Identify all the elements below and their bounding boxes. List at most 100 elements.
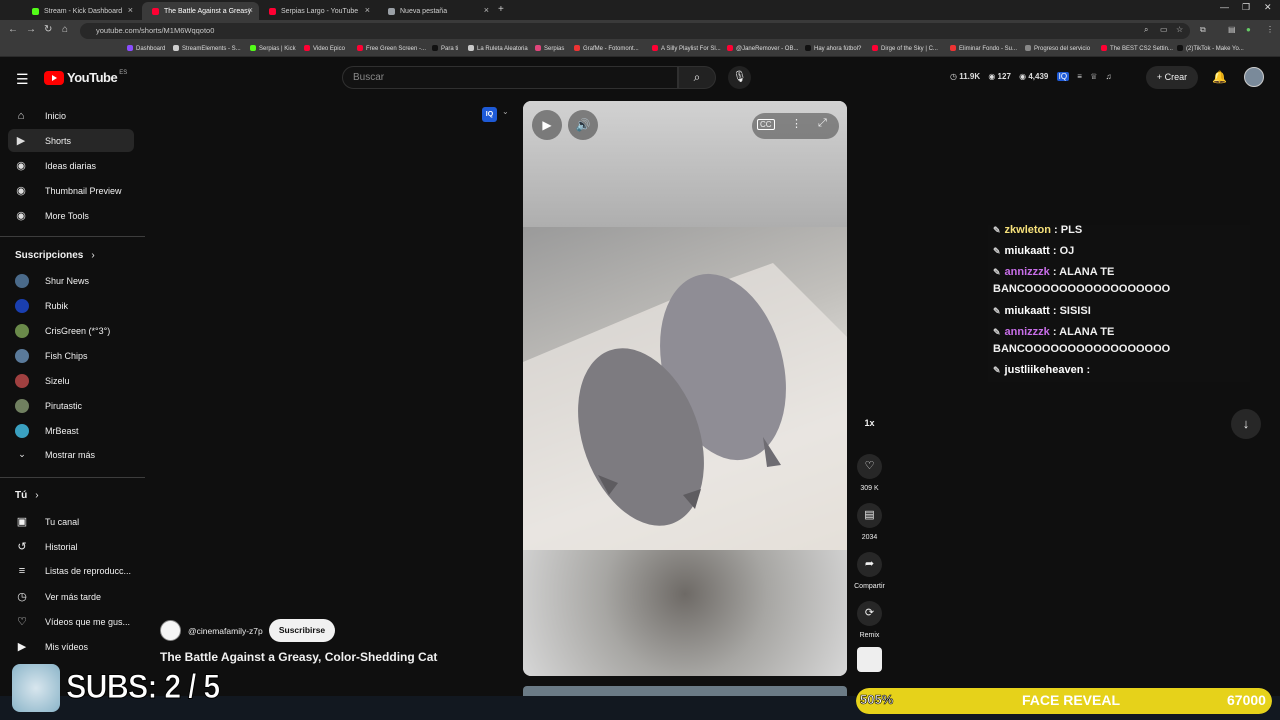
youtube-logo[interactable]: YouTube ES: [44, 70, 127, 85]
downloads-icon[interactable]: ▤: [1228, 25, 1236, 34]
you-item[interactable]: ♡ Vídeos que me gus...: [15, 615, 130, 628]
subscription-item[interactable]: Sizelu: [15, 374, 70, 388]
bookmark-star-icon[interactable]: ☆: [1176, 25, 1183, 34]
sidebar-item-more-tools[interactable]: ◉ More Tools: [8, 204, 134, 227]
bookmark-item[interactable]: Para ti: [432, 45, 458, 52]
subscription-label: CrisGreen (*°3°): [45, 326, 111, 336]
maximize-icon[interactable]: ❐: [1242, 2, 1250, 13]
playback-speed[interactable]: 1x: [857, 418, 882, 428]
search-button[interactable]: ⌕: [678, 66, 716, 89]
shorts-video-player[interactable]: [523, 101, 847, 676]
you-item-icon: ◷: [17, 591, 27, 603]
you-item[interactable]: ◷ Ver más tarde: [15, 590, 101, 603]
subscription-item[interactable]: MrBeast: [15, 424, 79, 438]
thumbnail-icon: ◉: [16, 185, 26, 197]
list-icon[interactable]: ≡: [1077, 72, 1082, 81]
subscription-item[interactable]: Shur News: [15, 274, 89, 288]
play-button[interactable]: ▶: [532, 110, 562, 140]
tab-close-icon[interactable]: ×: [128, 5, 133, 15]
you-item[interactable]: ≡ Listas de reproducc...: [15, 565, 131, 577]
fullscreen-icon[interactable]: ⤢: [818, 117, 827, 130]
bookmark-item[interactable]: Eliminar Fondo - Su...: [950, 45, 1017, 52]
profile-icon[interactable]: ●: [1246, 25, 1251, 34]
subscription-item[interactable]: Pirutastic: [15, 399, 82, 413]
captions-icon[interactable]: CC: [757, 119, 775, 130]
bookmark-item[interactable]: Progreso del servicio: [1025, 45, 1090, 52]
cast-icon[interactable]: ▭: [1160, 25, 1168, 34]
bookmark-item[interactable]: The BEST CS2 Settin...: [1101, 45, 1173, 52]
iq-extension-icon[interactable]: IQ: [1056, 72, 1070, 81]
subscriptions-heading[interactable]: Suscripciones ›: [15, 250, 95, 261]
share-button[interactable]: ➦: [857, 552, 882, 577]
avatar[interactable]: [1244, 67, 1264, 87]
short-title[interactable]: The Battle Against a Greasy, Color-Shedd…: [160, 650, 437, 664]
bookmark-item[interactable]: GrafMe - Fotomont...: [574, 45, 639, 52]
bookmark-item[interactable]: Dirge of the Sky | C...: [872, 45, 938, 52]
bookmark-label: Free Green Screen -...: [366, 46, 427, 52]
bookmark-item[interactable]: @JaneRemover - OB...: [727, 45, 798, 52]
tab-label: The Battle Against a Greasy: [164, 7, 252, 15]
bookmark-item[interactable]: StreamElements - S...: [173, 45, 241, 52]
bookmark-item[interactable]: Serpias | Kick: [250, 45, 296, 52]
next-short-button[interactable]: ↓: [1231, 409, 1261, 439]
browser-menu-icon[interactable]: ⋮: [1266, 25, 1274, 34]
browser-tab[interactable]: Stream - Kick Dashboard ×: [22, 2, 139, 20]
chevron-down-icon[interactable]: ⌄: [502, 107, 509, 116]
notifications-icon[interactable]: 🔔: [1212, 70, 1227, 84]
show-more-button[interactable]: ⌄ Mostrar más: [15, 449, 95, 460]
bookmark-item[interactable]: Free Green Screen -...: [357, 45, 426, 52]
tab-close-icon[interactable]: ×: [248, 5, 253, 15]
bookmark-item[interactable]: Serpias: [535, 45, 564, 52]
browser-tab[interactable]: Nueva pestaña ×: [378, 2, 495, 20]
you-item[interactable]: ↺ Historial: [15, 540, 77, 553]
menu-icon[interactable]: ☰: [16, 71, 29, 88]
minimize-icon[interactable]: —: [1220, 2, 1229, 12]
bookmark-item[interactable]: (2)TikTok - Make Yo...: [1177, 45, 1244, 52]
bell-small-icon[interactable]: ♫: [1106, 72, 1112, 81]
trophy-icon[interactable]: ♕: [1090, 72, 1097, 81]
stat-clock: ◷ 11.9K: [950, 72, 981, 81]
close-window-icon[interactable]: ✕: [1264, 2, 1272, 13]
subscribe-button[interactable]: Suscribirse: [269, 619, 335, 642]
reload-icon[interactable]: ↻: [44, 24, 52, 35]
forward-icon[interactable]: →: [26, 24, 36, 35]
home-browser-icon[interactable]: ⌂: [62, 24, 68, 35]
subscription-item[interactable]: Rubik: [15, 299, 68, 313]
sidebar-item-ideas-diarias[interactable]: ◉ Ideas diarias: [8, 154, 134, 177]
subscription-item[interactable]: Fish Chips: [15, 349, 88, 363]
iq-badge-icon[interactable]: IQ: [482, 107, 497, 122]
back-icon[interactable]: ←: [8, 24, 18, 35]
sidebar-item-thumbnail-preview[interactable]: ◉ Thumbnail Preview: [8, 179, 134, 202]
channel-thumb[interactable]: [857, 647, 882, 672]
subscription-item[interactable]: CrisGreen (*°3°): [15, 324, 110, 338]
like-button[interactable]: ♡: [857, 454, 882, 479]
voice-search-button[interactable]: 🎙: [728, 66, 751, 89]
sidebar-item-shorts[interactable]: ▶ Shorts: [8, 129, 134, 152]
bookmark-item[interactable]: Hay ahora fútbol?: [805, 45, 861, 52]
url-field[interactable]: youtube.com/shorts/M1M6Wqqoto0: [80, 23, 1190, 39]
search-input[interactable]: Buscar: [342, 66, 678, 89]
volume-button[interactable]: 🔊: [568, 110, 598, 140]
bookmark-item[interactable]: La Ruleta Aleatoria: [468, 45, 528, 52]
new-tab-icon[interactable]: +: [498, 4, 504, 15]
tab-close-icon[interactable]: ×: [365, 5, 370, 15]
bookmark-item[interactable]: A Silly Playlist For Sl...: [652, 45, 721, 52]
browser-tab[interactable]: Serpias Largo - YouTube ×: [259, 2, 376, 20]
bookmark-item[interactable]: Dashboard: [127, 45, 165, 52]
sidebar-item-inicio[interactable]: ⌂ Inicio: [8, 104, 134, 127]
comments-button[interactable]: ▤: [857, 503, 882, 528]
you-item[interactable]: ▣ Tu canal: [15, 515, 79, 528]
you-item[interactable]: ▶ Mis vídeos: [15, 640, 88, 653]
next-video-preview[interactable]: [523, 686, 847, 696]
tab-close-icon[interactable]: ×: [484, 5, 489, 15]
extensions-icon[interactable]: ⧉: [1200, 25, 1206, 35]
you-heading[interactable]: Tú ›: [15, 490, 39, 501]
create-button[interactable]: + Crear: [1146, 66, 1198, 89]
more-options-icon[interactable]: ⋮: [791, 117, 802, 130]
channel-avatar[interactable]: [160, 620, 181, 641]
browser-tab[interactable]: The Battle Against a Greasy ×: [142, 2, 259, 20]
zoom-icon[interactable]: ⌕: [1144, 25, 1148, 35]
remix-button[interactable]: ⟳: [857, 601, 882, 626]
channel-name[interactable]: @cinemafamily-z7p: [188, 626, 263, 636]
bookmark-item[interactable]: Video Epico: [304, 45, 345, 52]
